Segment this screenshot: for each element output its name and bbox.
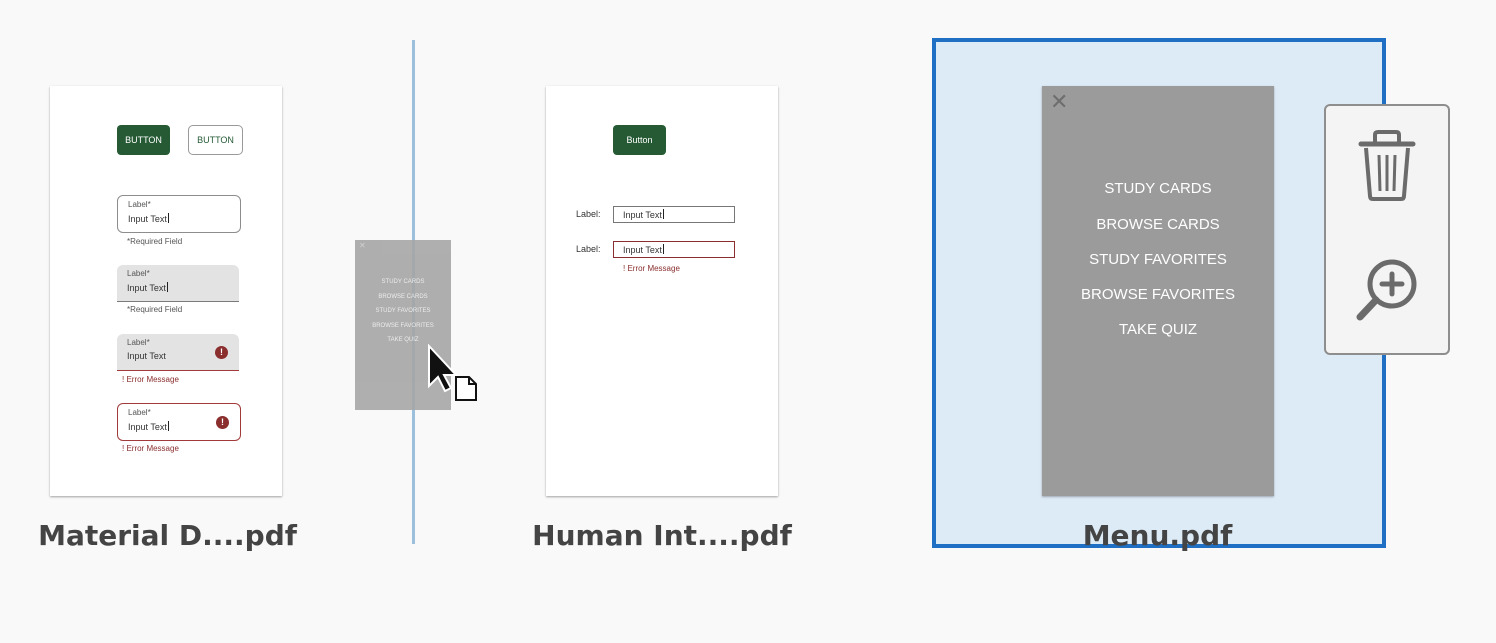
field-label: Label: — [576, 209, 601, 219]
text-caret — [167, 421, 169, 431]
outlined-button: BUTTON — [188, 125, 243, 155]
close-icon: ✕ — [1050, 89, 1069, 114]
drag-cursor-icon — [428, 344, 477, 401]
file-action-panel — [1324, 104, 1450, 355]
text-input-error: Input Text — [613, 241, 735, 258]
filled-button: BUTTON — [117, 125, 170, 155]
field-value: Input Text — [128, 213, 169, 224]
field-label: Label* — [128, 200, 151, 209]
text-caret — [166, 282, 168, 292]
helper-text: *Required Field — [127, 305, 183, 314]
error-icon: ! — [216, 416, 229, 429]
menu-item-browse-favorites: BROWSE FAVORITES — [1081, 286, 1235, 303]
field-value: Input Text — [127, 351, 166, 361]
error-message: ! Error Message — [122, 375, 179, 384]
text-caret — [662, 244, 664, 254]
field-label: Label: — [576, 244, 601, 254]
error-message: ! Error Message — [623, 264, 680, 273]
close-icon: ✕ — [359, 241, 366, 250]
text-field-filled: Label* Input Text — [117, 265, 239, 302]
trash-icon — [1358, 130, 1416, 201]
text-field-outlined-error: Label* Input Text ! — [117, 403, 241, 441]
field-label: Label* — [128, 408, 151, 417]
menu-item-study-cards: STUDY CARDS — [381, 279, 425, 285]
text-caret — [662, 209, 664, 219]
file-name: Menu.pdf — [1082, 519, 1233, 552]
helper-text: *Required Field — [127, 237, 183, 246]
error-message: ! Error Message — [122, 444, 179, 453]
menu-item-browse-favorites: BROWSE FAVORITES — [372, 323, 434, 329]
page-thumbnail[interactable]: BUTTON BUTTON Label* Input Text *Require… — [50, 86, 282, 496]
text-caret — [167, 213, 169, 223]
field-value: Input Text — [128, 421, 169, 432]
filled-button: Button — [613, 125, 666, 155]
text-field-outlined: Label* Input Text — [117, 195, 241, 233]
page-thumbnail[interactable]: Button Label: Input Text Label: Input Te… — [546, 86, 778, 496]
menu-item-study-cards: STUDY CARDS — [1104, 180, 1212, 197]
error-icon: ! — [215, 346, 228, 359]
file-name: Material D....pdf — [38, 519, 297, 552]
menu-item-study-favorites: STUDY FAVORITES — [375, 308, 431, 314]
menu-item-study-favorites: STUDY FAVORITES — [1089, 251, 1227, 268]
menu-item-take-quiz: TAKE QUIZ — [1118, 321, 1198, 338]
zoom-in-button[interactable] — [1348, 251, 1426, 331]
page-thumbnail[interactable]: ✕ STUDY CARDS BROWSE CARDS STUDY FAVORIT… — [1042, 86, 1274, 496]
zoom-in-icon — [1356, 259, 1417, 321]
menu-item-browse-cards: BROWSE CARDS — [378, 294, 428, 300]
file-name: Human Int....pdf — [532, 519, 792, 552]
menu-item-take-quiz: TAKE QUIZ — [387, 337, 419, 343]
menu-item-browse-cards: BROWSE CARDS — [1096, 216, 1220, 233]
field-value: Input Text — [127, 282, 168, 293]
text-input: Input Text — [613, 206, 735, 223]
text-field-filled-error: Label* Input Text ! — [117, 334, 239, 371]
delete-button[interactable] — [1348, 124, 1426, 204]
field-label: Label* — [127, 338, 150, 347]
field-label: Label* — [127, 269, 150, 278]
